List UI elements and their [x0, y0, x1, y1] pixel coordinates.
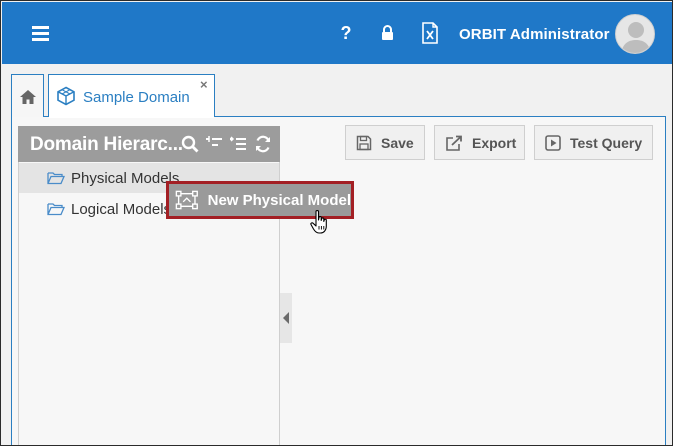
tab-sample-domain[interactable]: Sample Domain ×: [48, 74, 215, 117]
play-icon: [545, 134, 561, 151]
folder-open-icon: [47, 203, 65, 216]
save-button-label: Save: [381, 134, 414, 151]
save-button[interactable]: Save: [345, 125, 425, 160]
expand-all-icon[interactable]: [229, 135, 247, 153]
cube-icon: [57, 86, 75, 106]
user-avatar-icon[interactable]: [615, 14, 655, 54]
collapse-arrow-icon: [283, 312, 289, 324]
export-button-label: Export: [472, 134, 517, 151]
test-query-button-label: Test Query: [570, 134, 643, 151]
hand-pointer-cursor-icon: [310, 209, 327, 234]
search-icon[interactable]: [181, 135, 199, 153]
panel-splitter-handle[interactable]: [280, 293, 292, 343]
home-icon: [20, 90, 36, 104]
menu-item-label: New Physical Model: [207, 191, 351, 209]
tree-item-label: Logical Models: [71, 200, 172, 218]
help-icon[interactable]: ?: [338, 22, 354, 44]
hamburger-menu-icon[interactable]: [32, 26, 49, 41]
hierarchy-header: Domain Hierarc...: [18, 126, 280, 162]
export-button[interactable]: Export: [434, 125, 525, 160]
hierarchy-title: Domain Hierarc...: [30, 134, 183, 155]
collapse-all-icon[interactable]: [205, 135, 223, 153]
test-query-button[interactable]: Test Query: [534, 125, 653, 160]
folder-open-icon: [47, 172, 65, 185]
refresh-icon[interactable]: [254, 135, 272, 153]
lock-icon[interactable]: [378, 22, 396, 44]
top-header-bar: ? ORBIT Administrator: [2, 2, 672, 64]
tree-item-label: Physical Models: [71, 169, 180, 187]
tab-home[interactable]: [11, 74, 44, 117]
application-window: ? ORBIT Administrator Sample Domain × Do…: [0, 0, 673, 446]
physical-model-icon: [175, 190, 198, 210]
close-tab-icon[interactable]: ×: [200, 77, 208, 92]
export-icon: [446, 135, 462, 151]
excel-file-icon[interactable]: [420, 22, 440, 44]
save-icon: [356, 135, 372, 150]
user-name[interactable]: ORBIT Administrator: [459, 26, 610, 43]
tab-label: Sample Domain: [83, 89, 190, 106]
